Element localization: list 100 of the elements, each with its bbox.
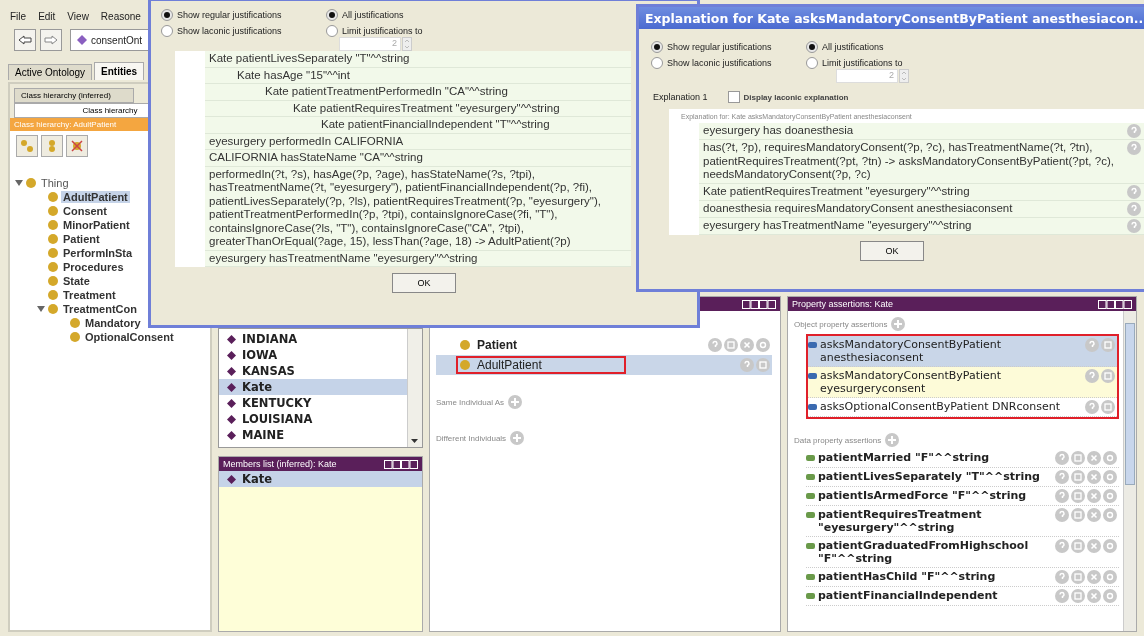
scrollbar[interactable] xyxy=(1123,311,1136,631)
annotate-button[interactable] xyxy=(724,338,738,352)
object-assertion-row[interactable]: asksMandatoryConsentByPatient eyesurgeryconsent xyxy=(808,367,1117,398)
radio-button[interactable] xyxy=(161,25,173,37)
edit-button[interactable] xyxy=(1103,570,1117,584)
add-icon[interactable] xyxy=(885,433,900,447)
radio-button[interactable] xyxy=(326,25,338,37)
explain-button[interactable] xyxy=(1055,589,1069,603)
explain-button[interactable] xyxy=(1055,539,1069,553)
explain-button[interactable] xyxy=(1055,489,1069,503)
option-label[interactable]: Show laconic justifications xyxy=(667,58,772,68)
annotate-button[interactable] xyxy=(1071,470,1085,484)
data-assertion-row[interactable]: patientLivesSeparately "T"^^string xyxy=(806,468,1119,487)
edit-button[interactable] xyxy=(1103,539,1117,553)
annotate-button[interactable] xyxy=(1101,400,1115,414)
data-assertion-row[interactable]: patientHasChild "F"^^string xyxy=(806,568,1119,587)
individual-item[interactable]: KENTUCKY xyxy=(219,395,407,411)
menu-item[interactable]: Edit xyxy=(38,11,56,19)
arrow-left-icon[interactable] xyxy=(18,35,32,45)
radio-button[interactable] xyxy=(161,9,173,21)
class-tree-item[interactable]: State xyxy=(61,275,92,287)
workspace-tab[interactable]: Entities xyxy=(94,62,145,80)
annotate-button[interactable] xyxy=(1071,489,1085,503)
individual-item[interactable]: MAINE xyxy=(219,427,407,443)
edit-button[interactable] xyxy=(1103,470,1117,484)
annotate-button[interactable] xyxy=(1071,589,1085,603)
option-label[interactable]: All justifications xyxy=(822,42,884,52)
class-tree-item[interactable]: PerformInSta xyxy=(61,247,135,259)
class-tree-item[interactable]: Patient xyxy=(61,233,102,245)
object-assertion-row[interactable]: asksOptionalConsentByPatient DNRconsent xyxy=(808,398,1117,417)
annotate-button[interactable] xyxy=(1071,508,1085,522)
expand-toggle-icon[interactable] xyxy=(14,178,24,188)
back-button[interactable] xyxy=(14,29,36,51)
data-assertion-row[interactable]: patientFinancialIndependent xyxy=(806,587,1119,606)
explain-button[interactable] xyxy=(1055,570,1069,584)
radio-button[interactable] xyxy=(806,57,818,69)
option-label[interactable]: All justifications xyxy=(342,10,404,20)
menu-item[interactable]: Reasone xyxy=(100,11,141,19)
individual-item[interactable]: Kate xyxy=(219,379,407,395)
class-tree-item[interactable]: Mandatory xyxy=(83,317,143,329)
data-assertion-row[interactable]: patientIsArmedForce "F"^^string xyxy=(806,487,1119,506)
class-tree-item[interactable]: Consent xyxy=(61,205,109,217)
workspace-tab[interactable]: Active Ontology xyxy=(8,64,93,80)
explain-button[interactable] xyxy=(740,358,754,372)
spinner-arrows-icon[interactable] xyxy=(402,37,412,51)
explain-button[interactable] xyxy=(1127,141,1141,155)
delete-button[interactable] xyxy=(1087,539,1101,553)
delete-button[interactable] xyxy=(1087,489,1101,503)
panel-controls-icon[interactable] xyxy=(384,459,418,469)
class-tree-item[interactable]: TreatmentCon xyxy=(61,303,139,315)
add-icon[interactable] xyxy=(508,395,523,409)
object-assertion-row[interactable]: asksMandatoryConsentByPatient anesthesiaconsent xyxy=(808,336,1117,367)
arrow-right-icon[interactable] xyxy=(44,35,58,45)
option-label[interactable]: Show laconic justifications xyxy=(177,26,282,36)
explain-button[interactable] xyxy=(1085,400,1099,414)
annotate-button[interactable] xyxy=(1071,451,1085,465)
explain-button[interactable] xyxy=(1055,451,1069,465)
radio-button[interactable] xyxy=(651,41,663,53)
annotate-button[interactable] xyxy=(1071,539,1085,553)
annotate-button[interactable] xyxy=(1071,570,1085,584)
explain-button[interactable] xyxy=(708,338,722,352)
explain-button[interactable] xyxy=(1085,369,1099,383)
edit-button[interactable] xyxy=(1103,508,1117,522)
class-tree-item[interactable]: Procedures xyxy=(61,261,126,273)
hierarchy-tab[interactable]: Class hierarchy (inferred) xyxy=(14,88,134,103)
explain-button[interactable] xyxy=(1127,218,1141,233)
edit-button[interactable] xyxy=(756,338,770,352)
annotate-button[interactable] xyxy=(1101,338,1115,352)
individual-item[interactable]: KANSAS xyxy=(219,363,407,379)
ok-button[interactable]: OK xyxy=(860,240,924,261)
explain-button[interactable] xyxy=(1127,124,1141,138)
individual-item[interactable]: INDIANA xyxy=(219,331,407,347)
explain-button[interactable] xyxy=(1055,470,1069,484)
option-label[interactable]: Limit justifications to xyxy=(822,58,903,68)
class-tree-item[interactable]: MinorPatient xyxy=(61,219,132,231)
delete-button[interactable] xyxy=(1087,451,1101,465)
annotate-button[interactable] xyxy=(756,358,770,372)
edit-button[interactable] xyxy=(1103,489,1117,503)
radio-button[interactable] xyxy=(651,57,663,69)
expand-toggle-icon[interactable] xyxy=(36,304,46,314)
spinner-arrows-icon[interactable] xyxy=(899,69,909,83)
menu-item[interactable]: File xyxy=(10,11,27,19)
laconic-checkbox[interactable]: Display laconic explanation xyxy=(727,91,849,103)
delete-button[interactable] xyxy=(1087,589,1101,603)
forward-button[interactable] xyxy=(40,29,62,51)
explain-button[interactable] xyxy=(1127,184,1141,199)
option-label[interactable]: Show regular justifications xyxy=(177,10,282,20)
radio-button[interactable] xyxy=(806,41,818,53)
individual-item[interactable]: IOWA xyxy=(219,347,407,363)
individual-item[interactable]: LOUISIANA xyxy=(219,411,407,427)
annotate-button[interactable] xyxy=(1101,369,1115,383)
delete-button[interactable] xyxy=(1087,470,1101,484)
data-assertion-row[interactable]: patientGraduatedFromHighschool "F"^^string xyxy=(806,537,1119,568)
add-icon[interactable] xyxy=(891,317,906,331)
data-assertion-row[interactable]: patientMarried "F"^^string xyxy=(806,449,1119,468)
edit-button[interactable] xyxy=(1103,589,1117,603)
ok-button[interactable]: OK xyxy=(392,273,456,293)
add-icon[interactable] xyxy=(510,431,525,445)
data-assertion-row[interactable]: patientRequiresTreatment "eyesurgery"^^string xyxy=(806,506,1119,537)
explain-button[interactable] xyxy=(1055,508,1069,522)
